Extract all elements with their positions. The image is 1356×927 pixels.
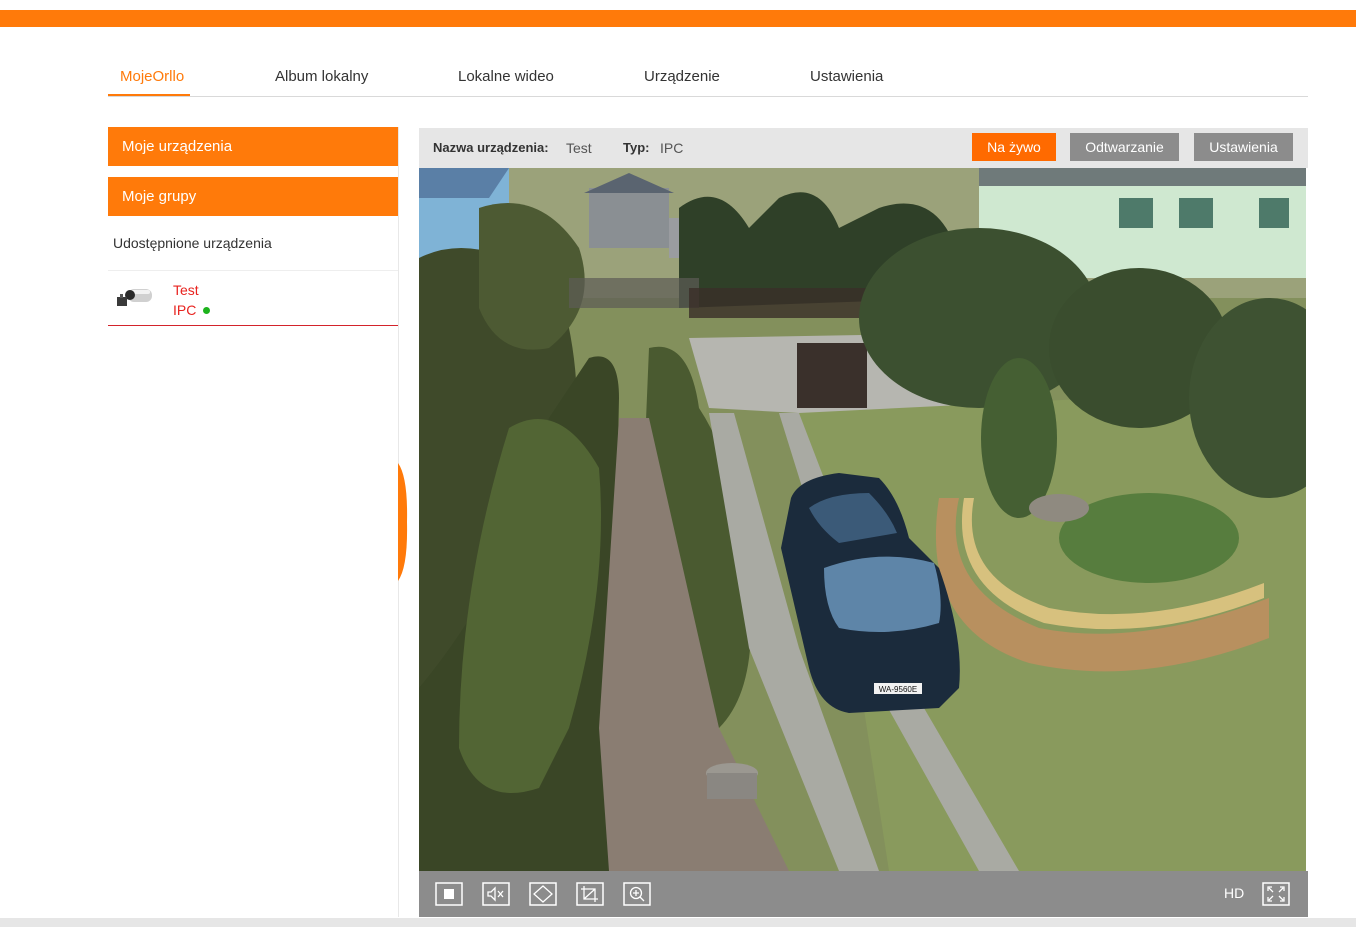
active-tab-indicator [108,94,190,96]
device-name: Test [173,282,199,298]
tab-mojeorllo[interactable]: MojeOrllo [120,68,184,85]
playback-button[interactable]: Odtwarzanie [1070,133,1179,161]
tab-lokalne-wideo[interactable]: Lokalne wideo [458,68,554,85]
camera-icon [117,289,152,306]
shared-devices-link[interactable]: Udostępnione urządzenia [113,235,272,251]
device-name-value: Test [566,140,592,156]
license-plate: WA-9560E [879,685,917,694]
tab-urzadzenie[interactable]: Urządzenie [644,68,720,85]
device-type-value: IPC [660,140,684,156]
device-list-item[interactable]: Test IPC [108,271,398,326]
online-status-dot [203,307,211,314]
tab-ustawienia[interactable]: Ustawienia [810,68,883,85]
tab-album-lokalny[interactable]: Album lokalny [275,68,368,85]
device-name-label: Nazwa urządzenia: [433,140,549,155]
live-button[interactable]: Na żywo [972,133,1056,161]
zoom-icon[interactable] [623,882,651,906]
camera-scene: WA-9560E [419,168,1306,871]
sidebar-collapse-handle[interactable] [398,463,408,581]
crop-icon[interactable] [576,882,604,906]
quality-toggle[interactable]: HD [1224,885,1244,901]
settings-button[interactable]: Ustawienia [1194,133,1293,161]
my-groups-button[interactable]: Moje grupy [108,177,398,216]
device-header: Nazwa urządzenia: Test Typ: IPC Na żywo … [419,128,1308,168]
bottom-bar [0,918,1356,927]
video-controls: HD [419,871,1308,917]
mute-icon[interactable] [482,882,510,906]
top-bar [0,10,1356,27]
device-type-label: Typ: [623,140,650,155]
device-type-label: IPC [173,302,197,318]
fullscreen-icon[interactable] [1262,882,1290,906]
device-type: IPC [173,302,211,318]
main-tabs: MojeOrllo Album lokalny Lokalne wideo Ur… [108,56,1308,97]
sidebar: Moje urządzenia Moje grupy Udostępnione … [108,127,399,917]
live-video-feed[interactable]: WA-9560E [419,168,1306,871]
stop-icon[interactable] [435,882,463,906]
ptz-icon[interactable] [529,882,557,906]
my-devices-button[interactable]: Moje urządzenia [108,127,398,166]
